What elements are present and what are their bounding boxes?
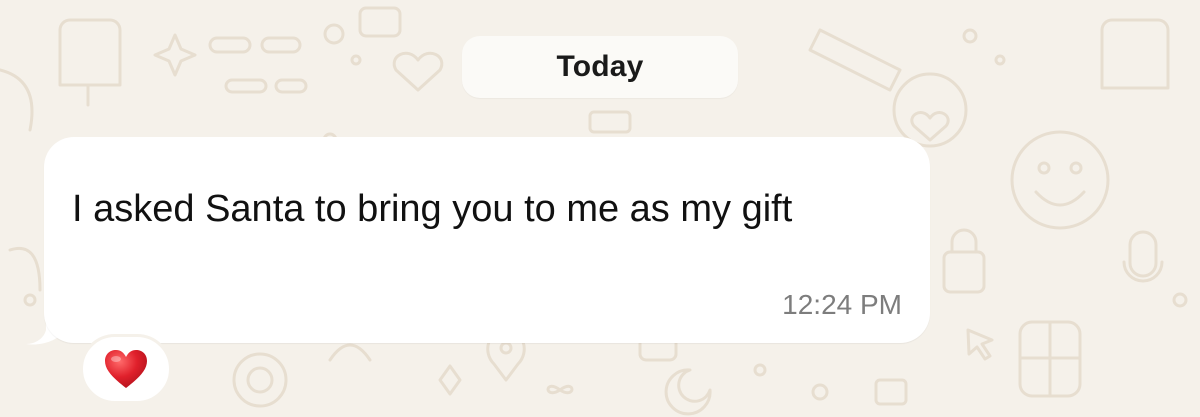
message-timestamp: 12:24 PM — [782, 289, 902, 320]
date-separator-label: Today — [556, 50, 644, 83]
popsicle-icon — [58, 18, 122, 87]
message-reaction[interactable] — [80, 334, 172, 404]
heart-icon — [105, 350, 147, 388]
date-separator: Today — [462, 36, 738, 98]
sparkle-icon — [153, 33, 197, 77]
message-bubble[interactable]: I asked Santa to bring you to me as my g… — [44, 137, 930, 343]
message-text: I asked Santa to bring you to me as my g… — [72, 188, 793, 230]
